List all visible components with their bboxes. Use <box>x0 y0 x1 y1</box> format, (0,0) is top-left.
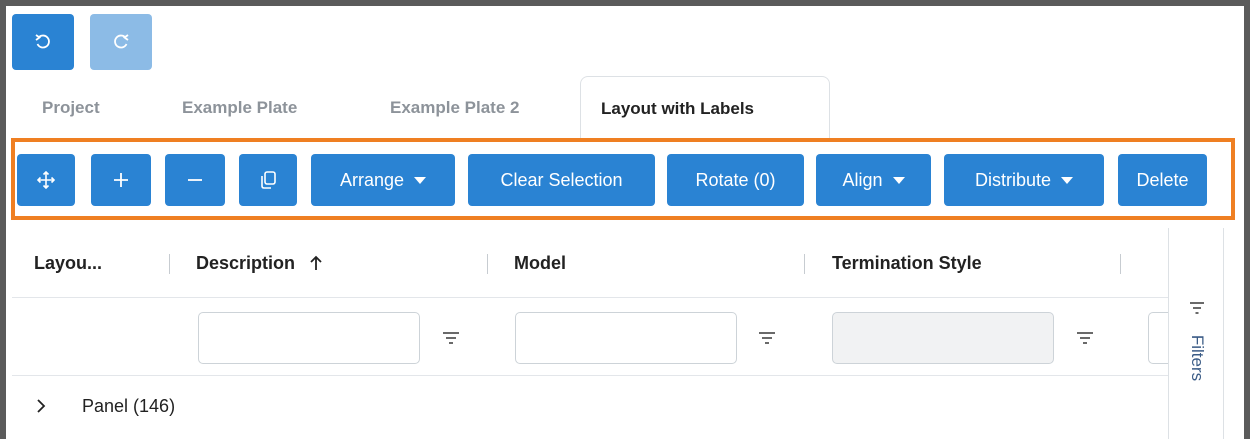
tab-example-plate[interactable]: Example Plate <box>182 76 297 140</box>
description-filter-input[interactable] <box>198 312 420 364</box>
filters-toggle[interactable]: Filters <box>1169 228 1225 418</box>
column-label-description: Description <box>196 252 296 273</box>
redo-button[interactable] <box>90 14 152 70</box>
column-separator[interactable] <box>1120 254 1121 274</box>
caret-down-icon <box>414 176 427 184</box>
filter-icon[interactable] <box>1076 328 1094 348</box>
filter-icon[interactable] <box>442 328 460 348</box>
redo-icon <box>114 34 129 49</box>
group-row-label: Panel (146) <box>82 396 176 416</box>
caret-down-icon <box>1061 176 1074 184</box>
column-header-description[interactable]: Description <box>196 228 323 298</box>
column-separator[interactable] <box>804 254 805 274</box>
chevron-right-icon[interactable] <box>34 398 48 414</box>
align-label: Align <box>842 169 883 190</box>
undo-button[interactable] <box>12 14 74 70</box>
plus-icon <box>114 173 128 187</box>
column-header-termination-style[interactable]: Termination Style <box>832 228 982 298</box>
remove-button[interactable] <box>165 154 225 206</box>
column-separator[interactable] <box>169 254 170 274</box>
move-icon <box>37 171 55 189</box>
rotate-button[interactable]: Rotate (0) <box>667 154 804 206</box>
distribute-dropdown[interactable]: Distribute <box>944 154 1104 206</box>
app-frame: Project Example Plate Example Plate 2 La… <box>6 6 1244 439</box>
arrange-label: Arrange <box>339 169 405 190</box>
clear-selection-button[interactable]: Clear Selection <box>468 154 655 206</box>
grid-header: Layou... Description Model Termination S… <box>12 228 1172 298</box>
tab-bar: Project Example Plate Example Plate 2 La… <box>12 76 1244 140</box>
move-button[interactable] <box>17 154 75 206</box>
group-row[interactable]: Panel (146) <box>12 376 1172 436</box>
tab-project[interactable]: Project <box>42 76 100 140</box>
copy-button[interactable] <box>239 154 297 206</box>
arrange-dropdown[interactable]: Arrange <box>311 154 455 206</box>
filter-icon <box>1190 302 1204 314</box>
column-header-model[interactable]: Model <box>514 228 566 298</box>
add-button[interactable] <box>91 154 151 206</box>
distribute-label: Distribute <box>974 169 1052 190</box>
filter-icon[interactable] <box>758 328 776 348</box>
sort-ascending-icon <box>310 255 322 270</box>
column-separator[interactable] <box>487 254 488 274</box>
minus-icon <box>188 179 202 181</box>
undo-icon <box>35 34 50 49</box>
layout-toolbar: Arrange Clear Selection Rotate (0) Align… <box>11 138 1235 220</box>
filters-label: Filters <box>1188 334 1207 382</box>
tab-example-plate-2[interactable]: Example Plate 2 <box>390 76 519 140</box>
filters-side-panel: Filters <box>1168 228 1224 439</box>
align-dropdown[interactable]: Align <box>816 154 931 206</box>
tab-layout-with-labels[interactable]: Layout with Labels <box>580 76 830 140</box>
copy-icon <box>261 171 276 189</box>
model-filter-input[interactable] <box>515 312 737 364</box>
termination-style-filter-input <box>832 312 1054 364</box>
filter-row <box>12 298 1188 376</box>
column-header-layout[interactable]: Layou... <box>34 228 102 298</box>
caret-down-icon <box>892 176 905 184</box>
delete-button[interactable]: Delete <box>1118 154 1207 206</box>
